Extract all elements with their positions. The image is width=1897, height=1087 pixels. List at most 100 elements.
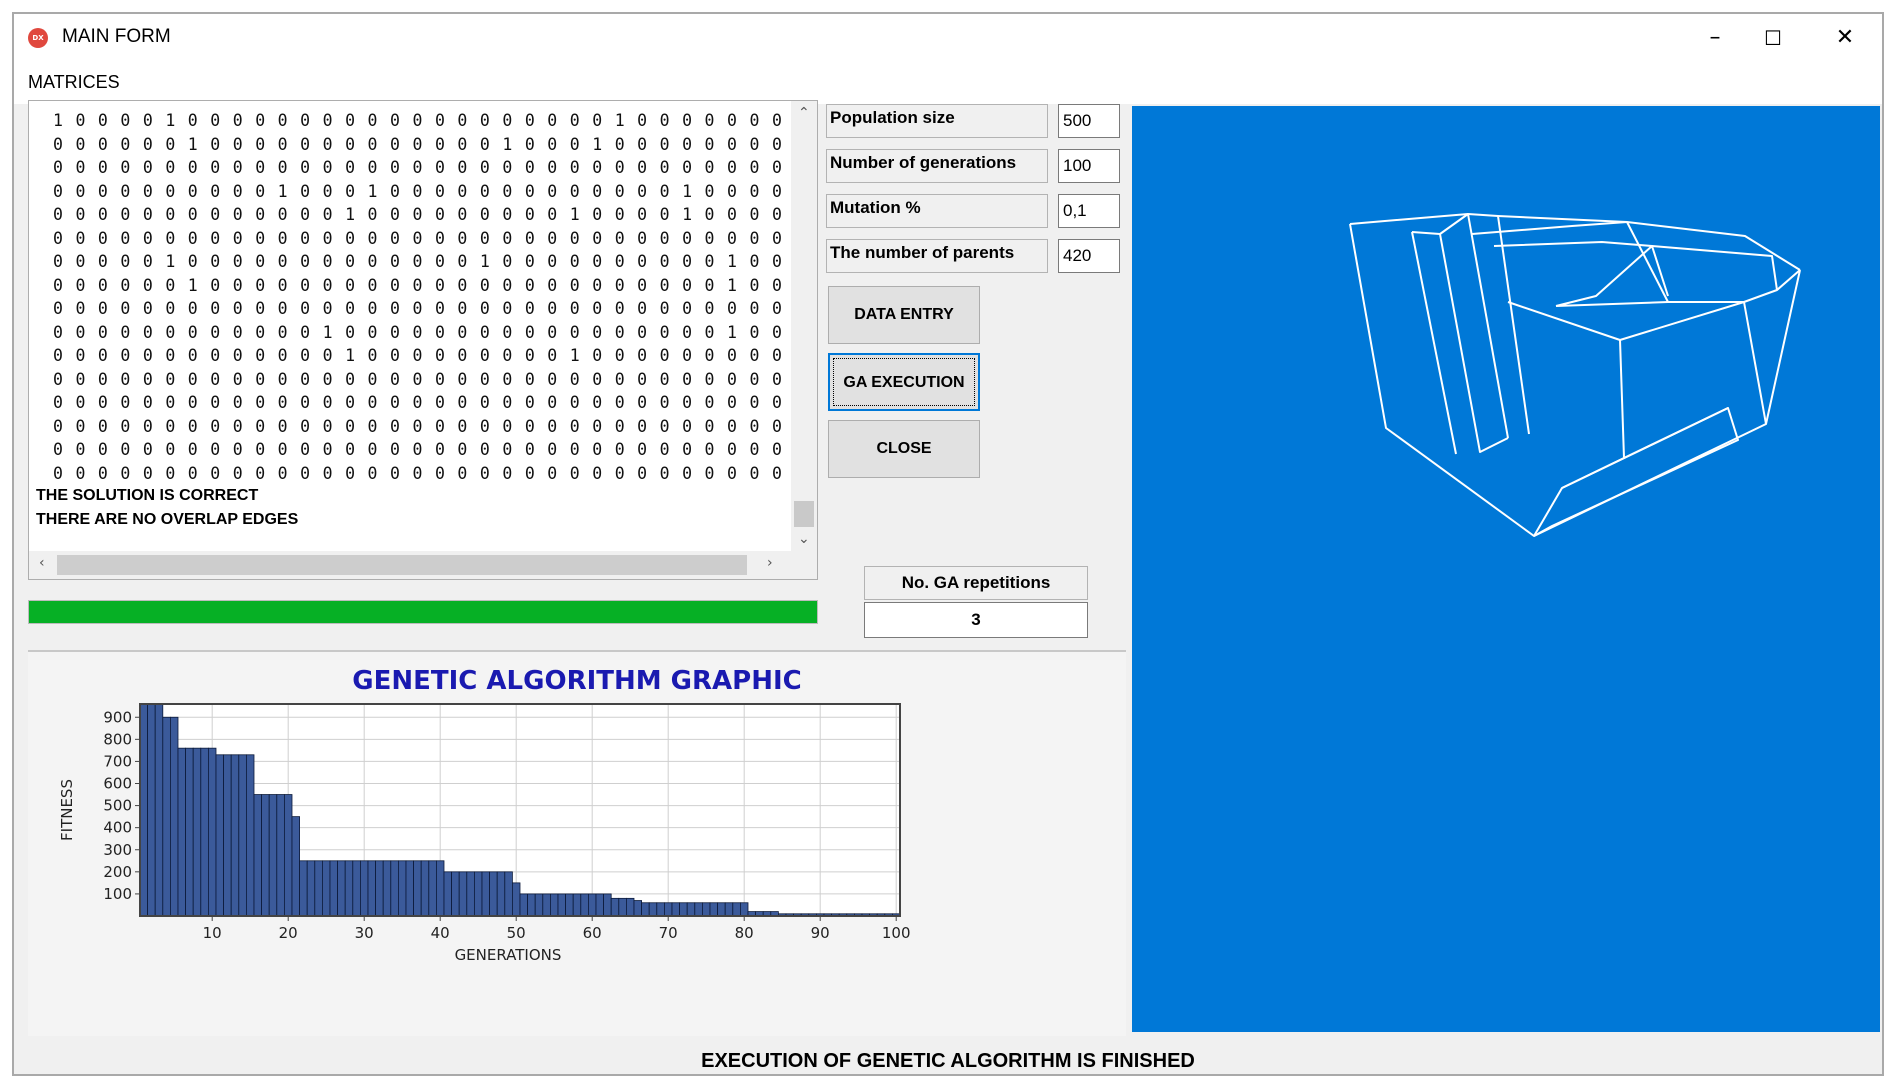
matrix-row: 0 0 0 0 0 0 0 0 0 0 1 0 0 0 1 0 0 0 0 0 … [53,181,817,201]
x-tick-label: 20 [279,924,298,942]
fitness-bar [253,794,262,917]
fitness-bar [154,703,164,917]
fitness-bar [481,871,490,917]
fitness-bar [519,893,528,917]
matrix-lines: 1 0 0 0 0 1 0 0 0 0 0 0 0 0 0 0 0 0 0 0 … [53,109,817,485]
vertical-scroll-thumb[interactable] [794,501,814,527]
fitness-bar [504,871,513,917]
fitness-bar [428,860,437,917]
fitness-bar [466,871,475,917]
fitness-bar [724,902,734,917]
fitness-bar [603,893,612,917]
y-tick-label: 600 [103,775,132,793]
progress-fill [29,601,817,623]
population-size-input[interactable]: 500 [1058,104,1120,138]
y-tick-label: 800 [103,730,132,748]
matrix-row: 0 0 0 0 0 0 1 0 0 0 0 0 0 0 0 0 0 0 0 0 … [53,134,817,154]
x-tick-label: 100 [882,924,911,942]
vertical-scrollbar[interactable]: ⌃ ⌄ [791,101,817,553]
fitness-bar [626,897,635,917]
scroll-down-icon[interactable]: ⌄ [798,531,810,547]
generations-label: Number of generations [826,149,1048,183]
menu-matrices[interactable]: MATRICES [28,72,120,93]
no-overlap-message: THERE ARE NO OVERLAP EDGES [36,511,299,528]
fitness-bar [215,754,224,917]
scroll-left-icon[interactable]: ‹ [39,555,45,571]
fitness-bar [633,900,642,917]
matrix-row: 0 0 0 0 0 0 0 0 0 0 0 0 0 0 0 0 0 0 0 0 … [53,393,817,412]
y-tick-label: 400 [103,819,132,837]
fitness-bar [337,860,346,917]
matrix-row: 0 0 0 0 0 0 0 0 0 0 0 0 0 1 0 0 0 0 0 0 … [53,346,817,365]
fitness-bar [405,860,414,917]
fitness-bar [139,703,148,917]
ga-repetitions-value[interactable]: 3 [864,602,1088,638]
wireframe-lines [1349,213,1801,537]
fitness-bar [223,754,232,917]
fitness-bar [595,893,604,917]
fitness-bar [717,902,726,917]
fitness-bar [641,902,650,917]
fitness-bar [276,794,285,917]
fitness-bar [207,747,217,917]
fitness-bar [314,860,323,917]
fitness-bar [435,860,445,917]
main-window: DX MAIN FORM – ☐ ✕ MATRICES 1 0 0 0 0 1 … [12,12,1884,1076]
wire-edge [1471,221,1628,235]
fitness-bar [420,860,430,917]
generations-input[interactable]: 100 [1058,149,1120,183]
parents-input[interactable]: 420 [1058,239,1120,273]
fitness-bar [299,860,308,917]
matrix-row: 0 0 0 0 0 0 0 0 0 0 0 0 0 0 0 0 0 0 0 0 … [53,369,817,389]
fitness-bar [542,893,551,917]
horizontal-scrollbar[interactable]: ‹ › [29,551,817,579]
fitness-bar [709,902,718,917]
wire-edge [1439,233,1509,453]
fitness-bar [382,860,392,917]
fitness-bar [664,902,673,917]
fitness-bar [572,893,582,917]
scroll-up-icon[interactable]: ⌃ [798,105,810,121]
fitness-bar [321,860,331,917]
fitness-bar [375,860,384,917]
fitness-bar [397,860,407,917]
mutation-input[interactable]: 0,1 [1058,194,1120,228]
data-entry-button[interactable]: DATA ENTRY [828,286,980,344]
wire-edge [1349,223,1801,537]
matrix-row: 0 0 0 0 0 0 0 0 0 0 0 0 0 0 0 0 0 0 0 0 … [53,463,817,483]
fitness-bar [359,860,369,917]
fitness-bar [344,860,354,917]
horizontal-scroll-thumb[interactable] [57,555,747,575]
fitness-bar [306,860,316,917]
progress-bar [28,600,818,624]
wire-edge [1507,301,1767,425]
fitness-bar [443,871,452,917]
fitness-bar [618,897,627,917]
x-tick-label: 40 [431,924,450,942]
fitness-bar [367,860,376,917]
x-tick-label: 60 [583,924,602,942]
matrix-row: 0 0 0 0 0 0 0 0 0 0 0 0 1 0 0 0 0 0 0 0 … [53,322,817,342]
fitness-chart: 10 20 30 40 50 60 70 80 90 100 100 200 300 400 500 600 7… [58,703,911,964]
fitness-bar [177,747,186,917]
fitness-bar [496,871,506,917]
x-tick-label: 80 [735,924,754,942]
scroll-right-icon[interactable]: › [767,555,773,571]
matrix-row: 0 0 0 0 0 0 0 0 0 0 0 0 0 0 0 0 0 0 0 0 … [53,228,817,248]
y-tick-label: 200 [103,863,132,881]
fitness-bar [702,902,711,917]
matrix-output-box[interactable]: 1 0 0 0 0 1 0 0 0 0 0 0 0 0 0 0 0 0 0 0 … [28,100,818,580]
fitness-bar [238,754,247,917]
close-window-button[interactable]: ✕ [1810,14,1880,62]
fitness-bar [671,902,680,917]
matrix-row: 0 0 0 0 0 0 0 0 0 0 0 0 0 0 0 0 0 0 0 0 … [53,299,817,318]
mutation-label: Mutation % [826,194,1048,228]
fitness-bar [686,902,696,917]
fitness-bar [283,794,293,917]
ga-execution-button[interactable]: GA EXECUTION [828,353,980,411]
close-button[interactable]: CLOSE [828,420,980,478]
window-title: MAIN FORM [62,26,171,47]
maximize-button[interactable]: ☐ [1738,14,1808,62]
3d-view-panel[interactable] [1132,106,1880,1032]
y-tick-label: 700 [103,752,132,770]
